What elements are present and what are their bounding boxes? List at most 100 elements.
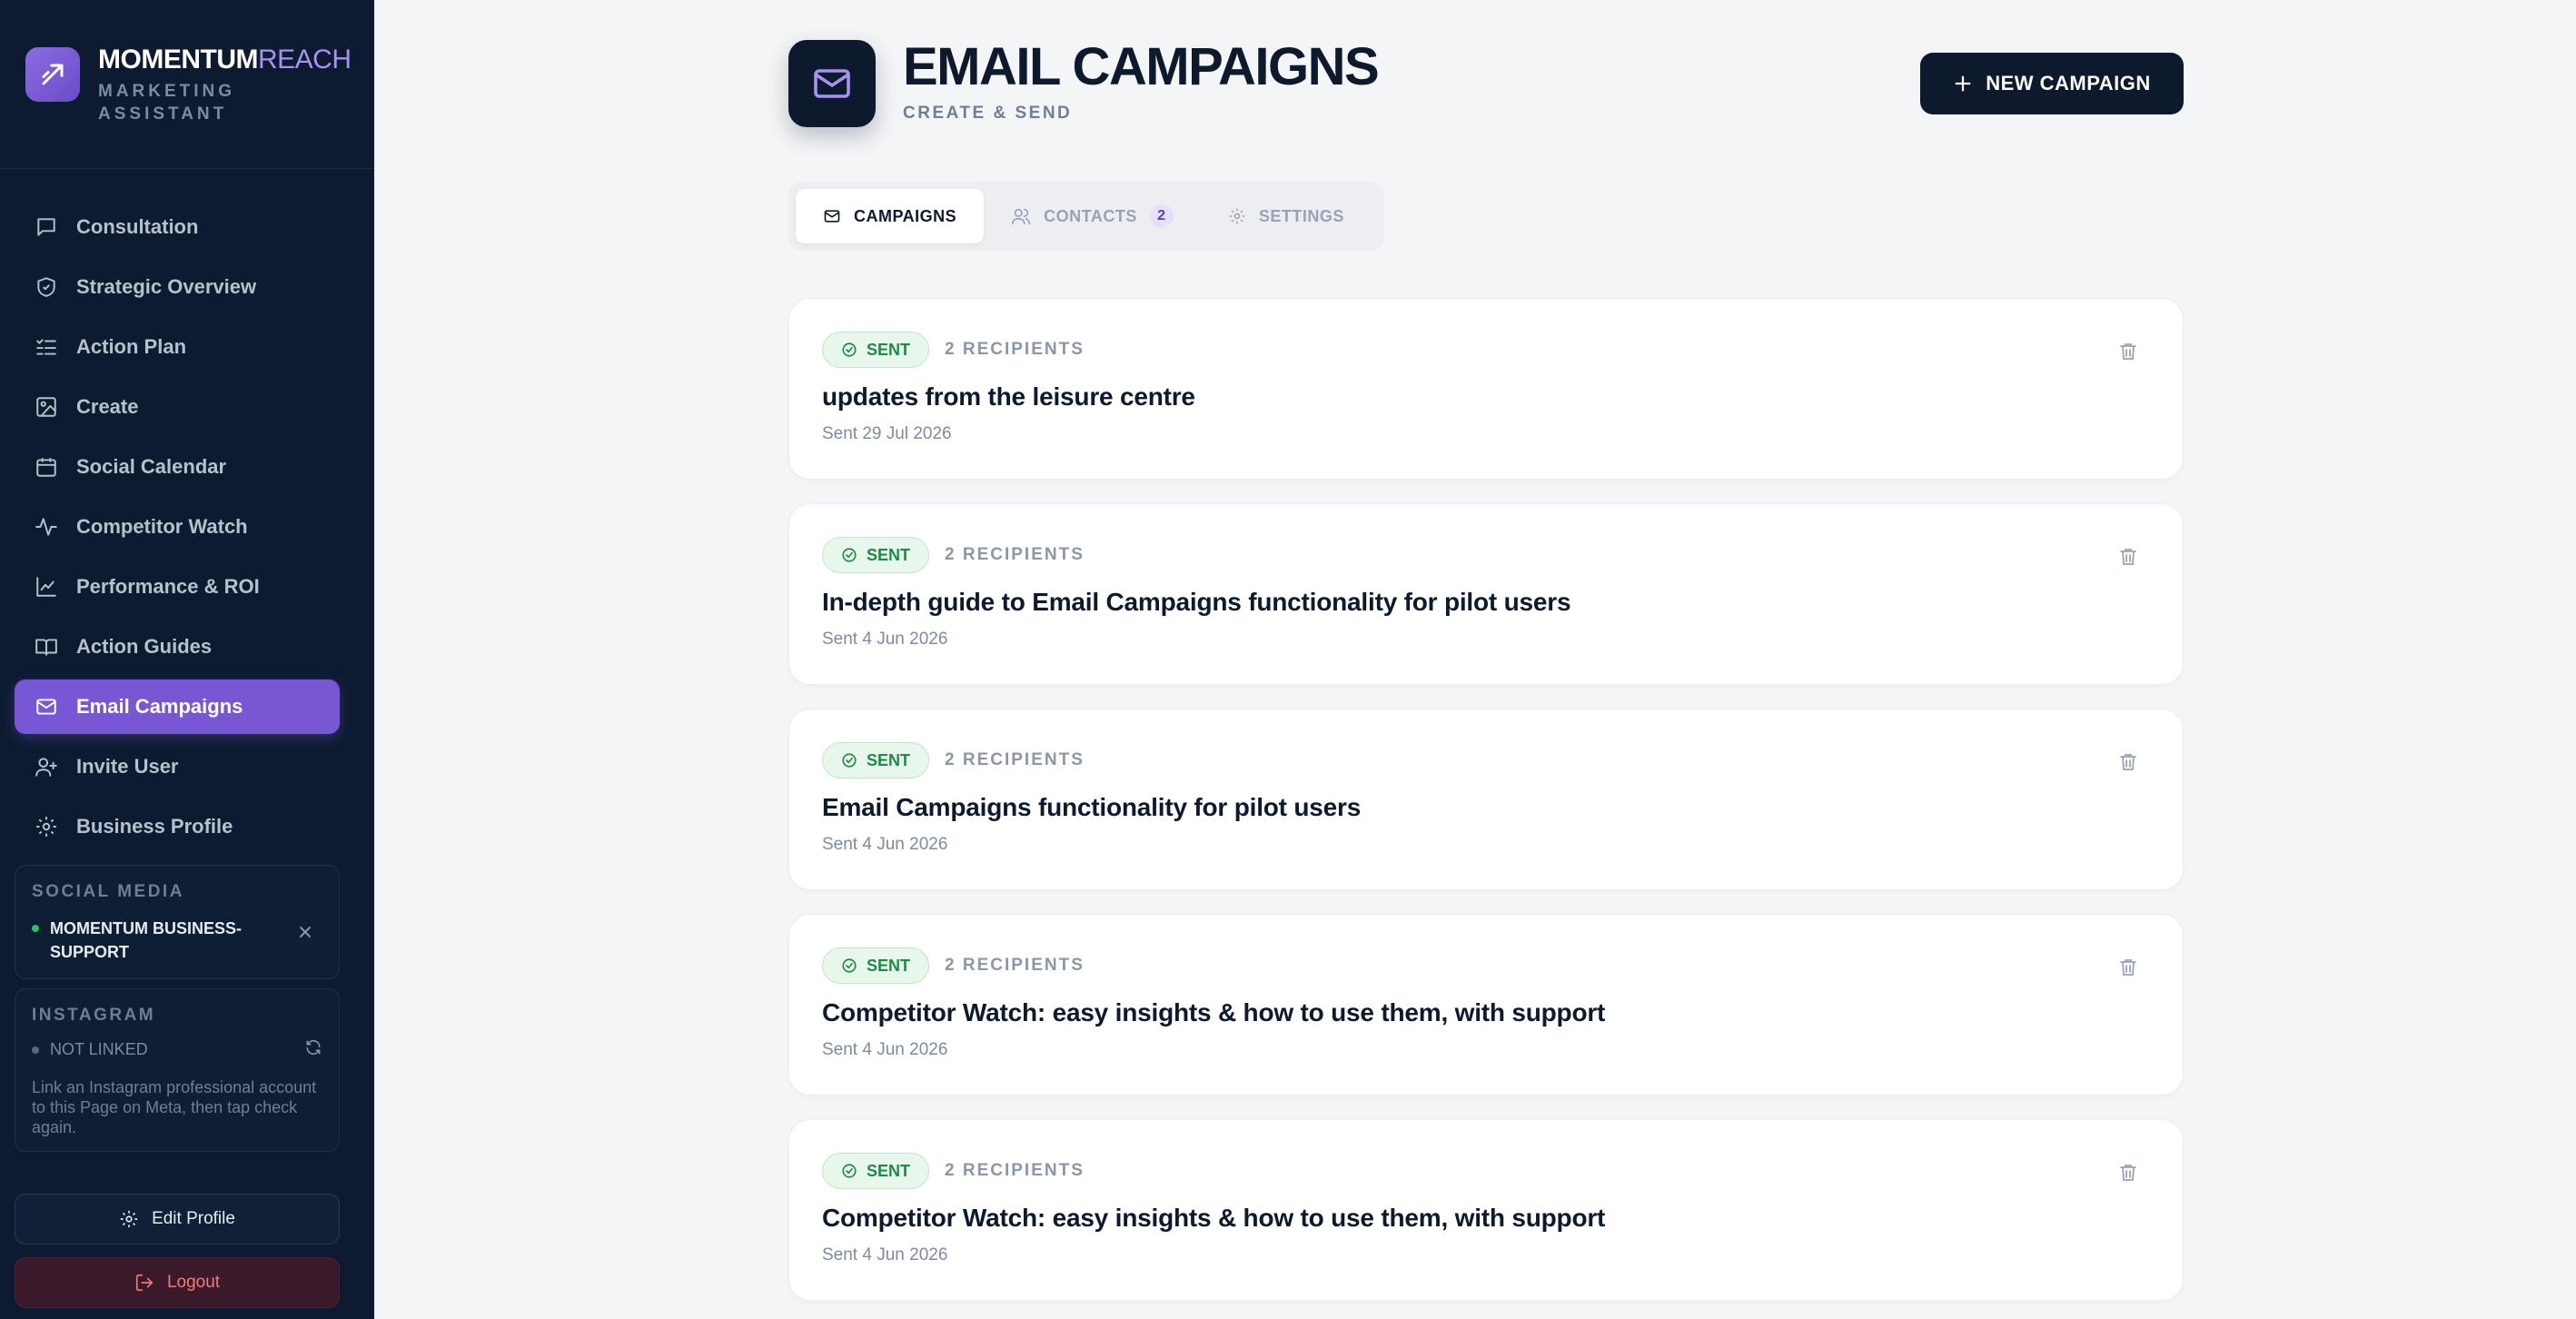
mail-icon bbox=[788, 40, 876, 127]
campaign-date: Sent 4 Jun 2026 bbox=[822, 1245, 948, 1264]
logout-button[interactable]: Logout bbox=[15, 1257, 340, 1308]
tab-settings[interactable]: SETTINGS bbox=[1201, 189, 1372, 243]
sidebar-item-performance-roi[interactable]: Performance & ROI bbox=[15, 560, 340, 614]
app-root: MOMENTUMREACH MARKETING ASSISTANT Consul… bbox=[0, 0, 2576, 1319]
close-icon[interactable] bbox=[299, 926, 312, 943]
campaign-title[interactable]: Competitor Watch: easy insights & how to… bbox=[822, 998, 1605, 1027]
connected-status-dot bbox=[32, 925, 39, 932]
plus-icon bbox=[1955, 75, 1971, 92]
tab-bar: CAMPAIGNS CONTACTS 2 SETTINGS bbox=[788, 182, 1384, 251]
pulse-icon bbox=[35, 518, 57, 536]
users-icon bbox=[1012, 208, 1031, 225]
status-badge: SENT bbox=[822, 332, 930, 368]
brand-subtitle: MARKETING ASSISTANT bbox=[98, 82, 236, 124]
trash-icon bbox=[2120, 1165, 2136, 1181]
status-badge: SENT bbox=[822, 947, 930, 984]
sidebar-item-action-guides[interactable]: Action Guides bbox=[15, 620, 340, 674]
brand[interactable]: MOMENTUMREACH MARKETING ASSISTANT bbox=[25, 45, 352, 125]
instagram-panel: INSTAGRAM NOT LINKED Link an Instagram p… bbox=[15, 988, 340, 1152]
new-campaign-button[interactable]: NEW CAMPAIGN bbox=[1920, 53, 2184, 114]
sidebar-item-email-campaigns[interactable]: Email Campaigns bbox=[15, 679, 340, 734]
recipients-count: 2 RECIPIENTS bbox=[945, 340, 1085, 359]
campaign-list: SENT 2 RECIPIENTS updates from the leisu… bbox=[788, 298, 2184, 1319]
recipients-count: 2 RECIPIENTS bbox=[945, 750, 1085, 769]
social-media-title: SOCIAL MEDIA bbox=[32, 882, 184, 901]
delete-campaign-button[interactable] bbox=[2117, 751, 2139, 778]
campaign-card[interactable]: SENT 2 RECIPIENTS Competitor Watch: easy… bbox=[788, 1119, 2184, 1301]
logout-icon bbox=[135, 1274, 154, 1292]
campaign-date: Sent 4 Jun 2026 bbox=[822, 835, 948, 854]
recipients-count: 2 RECIPIENTS bbox=[945, 956, 1085, 975]
sidebar-item-consultation[interactable]: Consultation bbox=[15, 200, 340, 254]
page-title: EMAIL CAMPAIGNS bbox=[903, 37, 1380, 96]
gear-icon bbox=[120, 1210, 138, 1228]
campaign-date: Sent 4 Jun 2026 bbox=[822, 1040, 948, 1059]
sidebar-divider bbox=[0, 168, 374, 169]
check-circle-icon bbox=[842, 342, 857, 357]
trash-icon bbox=[2120, 754, 2136, 770]
campaign-card[interactable]: SENT 2 RECIPIENTS updates from the leisu… bbox=[788, 298, 2184, 480]
instagram-note: Link an Instagram professional account t… bbox=[32, 1078, 317, 1136]
main-content: EMAIL CAMPAIGNS CREATE & SEND NEW CAMPAI… bbox=[374, 0, 2576, 1319]
mail-icon bbox=[36, 699, 56, 715]
status-badge: SENT bbox=[822, 742, 930, 779]
page-subtitle: CREATE & SEND bbox=[903, 104, 1073, 123]
campaign-title[interactable]: updates from the leisure centre bbox=[822, 382, 1195, 412]
sidebar-item-social-calendar[interactable]: Social Calendar bbox=[15, 440, 340, 494]
social-media-panel: SOCIAL MEDIA MOMENTUM BUSINESS-SUPPORT bbox=[15, 865, 340, 979]
status-badge: SENT bbox=[822, 537, 930, 573]
sidebar: MOMENTUMREACH MARKETING ASSISTANT Consul… bbox=[0, 0, 374, 1319]
mail-icon bbox=[824, 210, 840, 223]
trash-icon bbox=[2120, 549, 2136, 565]
book-icon bbox=[35, 639, 57, 656]
brand-logo-icon bbox=[25, 47, 80, 102]
instagram-title: INSTAGRAM bbox=[32, 1006, 156, 1025]
social-account-name: MOMENTUM BUSINESS-SUPPORT bbox=[50, 919, 242, 961]
check-circle-icon bbox=[842, 548, 857, 562]
recipients-count: 2 RECIPIENTS bbox=[945, 1161, 1085, 1180]
gear-icon bbox=[36, 817, 56, 837]
campaign-title[interactable]: Competitor Watch: easy insights & how to… bbox=[822, 1204, 1605, 1233]
check-circle-icon bbox=[842, 753, 857, 768]
recipients-count: 2 RECIPIENTS bbox=[945, 545, 1085, 564]
delete-campaign-button[interactable] bbox=[2117, 1162, 2139, 1188]
not-linked-status-dot bbox=[32, 1046, 39, 1054]
chart-icon bbox=[36, 577, 56, 597]
campaign-card[interactable]: SENT 2 RECIPIENTS Competitor Watch: easy… bbox=[788, 914, 2184, 1096]
campaign-card[interactable]: SENT 2 RECIPIENTS Email Campaigns functi… bbox=[788, 709, 2184, 890]
user-plus-icon bbox=[35, 758, 57, 777]
delete-campaign-button[interactable] bbox=[2117, 546, 2139, 572]
campaign-date: Sent 4 Jun 2026 bbox=[822, 630, 948, 649]
sidebar-item-strategic-overview[interactable]: Strategic Overview bbox=[15, 260, 340, 314]
image-icon bbox=[36, 397, 56, 417]
campaign-title[interactable]: Email Campaigns functionality for pilot … bbox=[822, 793, 1361, 822]
refresh-icon[interactable] bbox=[304, 1038, 322, 1061]
shield-icon bbox=[37, 277, 55, 297]
trash-icon bbox=[2120, 343, 2136, 360]
brand-name: MOMENTUMREACH bbox=[98, 45, 352, 74]
sidebar-item-business-profile[interactable]: Business Profile bbox=[15, 799, 340, 854]
contacts-count-badge: 2 bbox=[1149, 204, 1174, 228]
sidebar-nav: Consultation Strategic Overview Action P… bbox=[15, 200, 340, 859]
calendar-icon bbox=[36, 458, 56, 477]
sidebar-item-action-plan[interactable]: Action Plan bbox=[15, 320, 340, 374]
sidebar-item-competitor-watch[interactable]: Competitor Watch bbox=[15, 500, 340, 554]
chat-icon bbox=[37, 218, 55, 236]
gear-icon bbox=[1229, 208, 1245, 224]
campaign-title[interactable]: In-depth guide to Email Campaigns functi… bbox=[822, 588, 1571, 617]
check-circle-icon bbox=[842, 1164, 857, 1178]
tab-contacts[interactable]: CONTACTS 2 bbox=[984, 189, 1201, 243]
status-badge: SENT bbox=[822, 1153, 930, 1189]
delete-campaign-button[interactable] bbox=[2117, 957, 2139, 983]
sidebar-item-invite-user[interactable]: Invite User bbox=[15, 739, 340, 794]
trash-icon bbox=[2120, 959, 2136, 976]
instagram-status: NOT LINKED bbox=[50, 1040, 148, 1058]
delete-campaign-button[interactable] bbox=[2117, 341, 2139, 367]
campaign-date: Sent 29 Jul 2026 bbox=[822, 424, 952, 443]
checklist-icon bbox=[36, 339, 56, 355]
tab-campaigns[interactable]: CAMPAIGNS bbox=[796, 189, 985, 243]
campaign-card[interactable]: SENT 2 RECIPIENTS In-depth guide to Emai… bbox=[788, 503, 2184, 685]
sidebar-item-create[interactable]: Create bbox=[15, 380, 340, 434]
edit-profile-button[interactable]: Edit Profile bbox=[15, 1194, 340, 1245]
check-circle-icon bbox=[842, 958, 857, 973]
